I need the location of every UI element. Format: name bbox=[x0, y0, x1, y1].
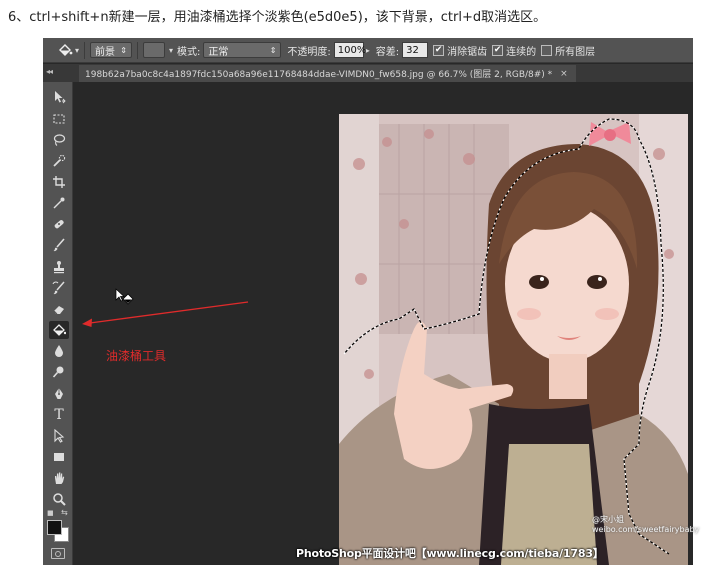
quick-mask-button[interactable] bbox=[51, 548, 65, 559]
photoshop-window: ▾ 前景 ⇕ ▾ 模式: 正常 ⇕ 不透明度: 100% ▸ 容差: 32 ✔ … bbox=[43, 38, 693, 565]
chevron-down-icon: ▾ bbox=[74, 45, 79, 55]
contiguous-label: 连续的 bbox=[506, 46, 537, 58]
weibo-credit: @宋小姐 weibo.com/sweetfairybaby bbox=[592, 515, 700, 534]
options-bar: ▾ 前景 ⇕ ▾ 模式: 正常 ⇕ 不透明度: 100% ▸ 容差: 32 ✔ … bbox=[43, 38, 693, 63]
rectangle-icon bbox=[54, 453, 64, 461]
dodge-tool[interactable] bbox=[49, 363, 69, 381]
clone-stamp-tool[interactable] bbox=[49, 258, 69, 276]
chevron-updown-icon: ⇕ bbox=[269, 45, 277, 55]
canvas-photo[interactable] bbox=[339, 114, 688, 565]
chevron-updown-icon: ⇕ bbox=[120, 45, 127, 55]
paint-bucket-icon bbox=[53, 324, 66, 336]
paint-bucket-cursor-icon bbox=[115, 288, 134, 305]
canvas-area[interactable] bbox=[74, 82, 693, 565]
fill-source-select[interactable]: 前景 ⇕ bbox=[90, 42, 132, 58]
history-brush-icon bbox=[52, 281, 65, 295]
close-icon[interactable]: × bbox=[560, 69, 568, 79]
stamp-icon bbox=[54, 261, 64, 274]
tolerance-label: 容差: bbox=[375, 46, 400, 58]
collapse-panel-icon[interactable]: ◂◂ bbox=[46, 67, 53, 76]
eyedropper-icon bbox=[53, 197, 65, 209]
paint-bucket-icon bbox=[59, 44, 73, 56]
document-tab[interactable]: 198b62a7ba0c8c4a1897fdc150a68a96e1176848… bbox=[79, 65, 576, 82]
marquee-tool[interactable] bbox=[49, 110, 69, 128]
quick-selection-icon bbox=[53, 154, 66, 167]
move-icon bbox=[55, 91, 66, 104]
path-selection-icon bbox=[54, 429, 65, 443]
path-selection-tool[interactable] bbox=[49, 427, 69, 445]
mode-label: 模式: bbox=[177, 46, 201, 58]
dodge-icon bbox=[52, 366, 64, 378]
type-tool[interactable]: T bbox=[49, 406, 69, 424]
pattern-picker[interactable] bbox=[143, 42, 165, 58]
zoom-tool[interactable] bbox=[49, 490, 69, 508]
antialias-checkbox[interactable]: ✔ bbox=[433, 44, 445, 56]
lasso-tool[interactable] bbox=[49, 131, 69, 149]
chevron-right-icon[interactable]: ▸ bbox=[366, 46, 370, 55]
lasso-icon bbox=[53, 134, 66, 146]
watermark-text: PhotoShop平面设计吧【www.linecg.com/tieba/1783… bbox=[296, 547, 604, 560]
blur-tool[interactable] bbox=[49, 342, 69, 360]
pen-icon bbox=[55, 388, 63, 399]
opacity-label: 不透明度: bbox=[287, 46, 331, 58]
default-colors-icon[interactable]: ■ bbox=[47, 509, 54, 517]
tolerance-input[interactable]: 32 bbox=[402, 42, 429, 58]
marquee-icon bbox=[53, 114, 65, 124]
drop-icon bbox=[55, 345, 63, 357]
history-brush-tool[interactable] bbox=[49, 279, 69, 297]
contiguous-checkbox[interactable]: ✔ bbox=[492, 44, 504, 56]
annotation-label: 油漆桶工具 bbox=[106, 349, 167, 363]
all-layers-label: 所有图层 bbox=[555, 46, 596, 58]
chevron-down-icon[interactable]: ▾ bbox=[169, 46, 173, 55]
crop-tool[interactable] bbox=[49, 173, 69, 191]
opacity-input[interactable]: 100% bbox=[333, 42, 366, 58]
all-layers-checkbox[interactable] bbox=[541, 44, 553, 56]
swap-colors-icon[interactable]: ⇆ bbox=[61, 508, 68, 517]
rectangle-tool[interactable] bbox=[49, 448, 69, 466]
magnifier-icon bbox=[53, 493, 66, 506]
bandage-icon bbox=[54, 220, 64, 229]
antialias-label: 消除锯齿 bbox=[447, 46, 488, 58]
blend-mode-select[interactable]: 正常 ⇕ bbox=[203, 42, 282, 58]
quick-selection-tool[interactable] bbox=[49, 152, 69, 170]
pen-tool[interactable] bbox=[49, 385, 69, 403]
healing-brush-tool[interactable] bbox=[49, 215, 69, 233]
eraser-tool[interactable] bbox=[49, 300, 69, 318]
document-tab-title: 198b62a7ba0c8c4a1897fdc150a68a96e1176848… bbox=[85, 70, 553, 80]
move-tool[interactable] bbox=[49, 88, 69, 106]
document-tab-bar: ◂◂ 198b62a7ba0c8c4a1897fdc150a68a96e1176… bbox=[43, 64, 693, 82]
crop-icon bbox=[53, 176, 65, 188]
tool-preset-picker[interactable]: ▾ bbox=[57, 40, 79, 60]
eyedropper-tool[interactable] bbox=[49, 194, 69, 212]
hand-tool[interactable] bbox=[49, 469, 69, 487]
brush-tool[interactable] bbox=[49, 236, 69, 254]
hand-icon bbox=[55, 472, 65, 484]
type-icon: T bbox=[54, 407, 64, 423]
eraser-icon bbox=[53, 306, 64, 315]
instruction-text: 6、ctrl+shift+n新建一层，用油漆桶选择个淡紫色(e5d0e5)，该下… bbox=[8, 10, 547, 25]
paint-bucket-tool[interactable] bbox=[49, 321, 69, 339]
quick-mask-icon bbox=[55, 550, 61, 557]
tools-panel: T ■ ⇆ bbox=[43, 82, 73, 565]
brush-icon bbox=[53, 238, 65, 252]
photo-illustration bbox=[339, 114, 688, 565]
foreground-color-swatch[interactable] bbox=[47, 520, 62, 535]
